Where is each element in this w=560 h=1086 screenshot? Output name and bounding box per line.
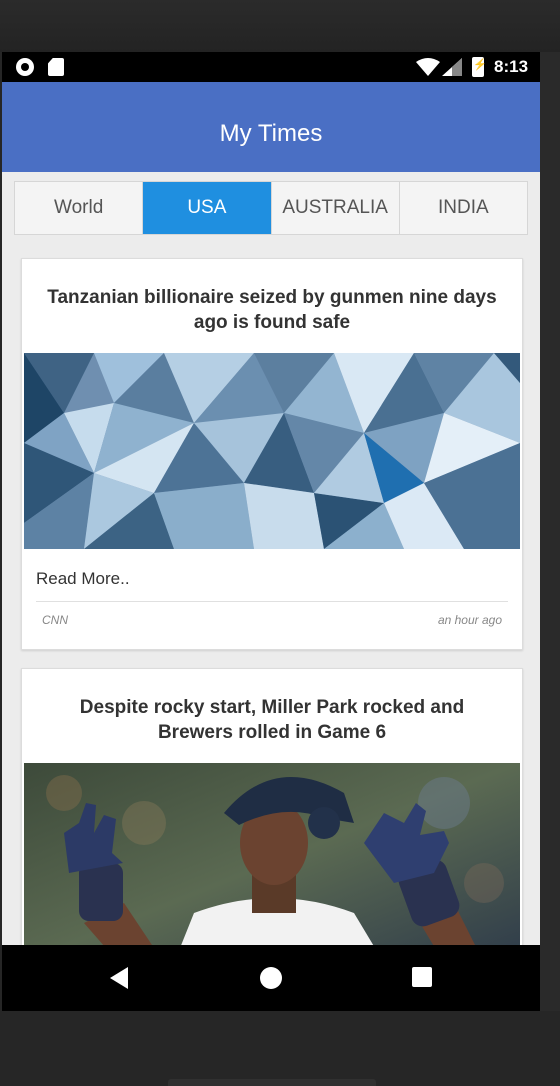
device-frame-bottom (0, 1011, 560, 1086)
home-icon[interactable] (260, 967, 282, 989)
article-image[interactable] (24, 763, 520, 945)
tab-australia[interactable]: AUSTRALIA (272, 182, 400, 234)
signal-icon (442, 58, 462, 76)
app-bar: My Times (2, 82, 540, 172)
app-title: My Times (219, 120, 323, 147)
article-title[interactable]: Despite rocky start, Miller Park rocked … (42, 695, 502, 745)
tab-usa[interactable]: USA (143, 182, 272, 234)
back-icon[interactable] (110, 967, 128, 989)
article-image[interactable] (24, 353, 520, 549)
wifi-icon (416, 58, 440, 76)
battery-charging-icon (472, 57, 487, 77)
phone-screen: 8:13 My Times World USA AUSTRALIA INDIA … (2, 52, 540, 945)
article-source: CNN (42, 613, 68, 627)
tab-world[interactable]: World (15, 182, 144, 234)
baseball-player-image (24, 763, 520, 945)
device-frame-side (540, 52, 560, 1012)
navigation-bar (2, 945, 540, 1011)
read-more-link[interactable]: Read More.. (36, 569, 130, 589)
card-divider (36, 601, 508, 602)
low-poly-blue-abstract-image (24, 353, 520, 549)
category-tabs: World USA AUSTRALIA INDIA (14, 181, 528, 235)
article-time: an hour ago (437, 613, 502, 627)
sd-card-icon (48, 58, 64, 76)
status-time: 8:13 (494, 57, 529, 76)
record-icon (16, 58, 34, 76)
device-bottom-notch (168, 1079, 376, 1086)
device-frame-top (0, 0, 560, 52)
tab-india[interactable]: INDIA (400, 182, 527, 234)
article-card[interactable]: Despite rocky start, Miller Park rocked … (21, 668, 523, 945)
article-title[interactable]: Tanzanian billionaire seized by gunmen n… (42, 285, 502, 335)
article-card[interactable]: Tanzanian billionaire seized by gunmen n… (21, 258, 523, 650)
status-bar: 8:13 (2, 52, 540, 82)
recents-icon[interactable] (412, 967, 432, 987)
